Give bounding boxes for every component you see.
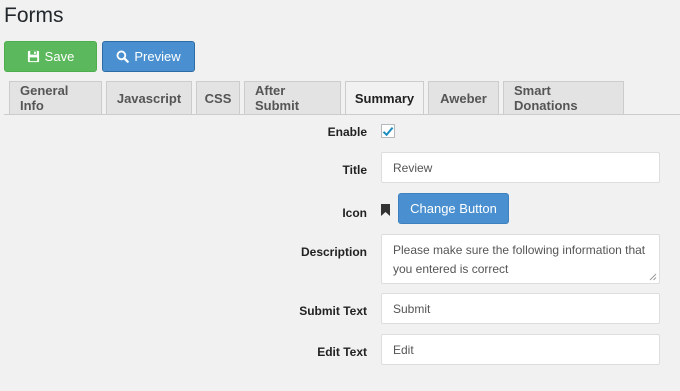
edit-text-label: Edit Text [317,345,367,359]
tab-summary[interactable]: Summary [345,81,424,115]
submit-text-value: Submit [393,301,431,316]
checkmark-icon [382,126,394,136]
tab-general-info[interactable]: General Info [9,81,102,114]
edit-text-input[interactable]: Edit [381,334,660,365]
tab-css[interactable]: CSS [196,81,240,114]
tab-after-submit[interactable]: After Submit [244,81,341,114]
save-button[interactable]: Save [4,41,97,72]
description-value: Please make sure the following informati… [393,243,646,276]
tab-bar: General Info Javascript CSS After Submit… [9,81,680,115]
tab-label: CSS [204,90,232,106]
submit-text-input[interactable]: Submit [381,293,660,324]
title-label: Title [342,163,367,177]
preview-button-label: Preview [134,49,181,64]
tab-aweber[interactable]: Aweber [428,81,499,114]
title-input-value: Review [393,160,433,175]
submit-text-label: Submit Text [299,304,367,318]
description-label: Description [300,245,367,259]
resize-handle-icon[interactable] [649,273,657,281]
change-button-label: Change Button [410,201,497,216]
search-icon [116,50,130,63]
toolbar: Save Preview [4,41,195,72]
enable-label: Enable [327,125,367,139]
tab-javascript[interactable]: Javascript [106,81,192,114]
enable-checkbox[interactable] [381,124,395,138]
description-textarea[interactable]: Please make sure the following informati… [381,234,660,284]
save-button-label: Save [44,49,75,64]
edit-text-value: Edit [393,342,414,357]
tab-label: Javascript [116,90,182,106]
tab-smart-donations[interactable]: Smart Donations [503,81,624,114]
page-title: Forms [4,4,64,27]
preview-button[interactable]: Preview [102,41,195,72]
tab-label: Smart Donations [514,83,578,113]
save-icon [27,50,39,63]
title-input[interactable]: Review [381,152,660,183]
change-button[interactable]: Change Button [398,193,509,224]
bookmark-icon [381,203,390,221]
tab-label: Aweber [440,90,487,106]
tab-label: Summary [354,91,415,106]
tab-label: After Submit [255,83,300,113]
tab-label: General Info [20,83,69,113]
tab-divider [4,114,680,115]
icon-label: Icon [342,206,367,220]
